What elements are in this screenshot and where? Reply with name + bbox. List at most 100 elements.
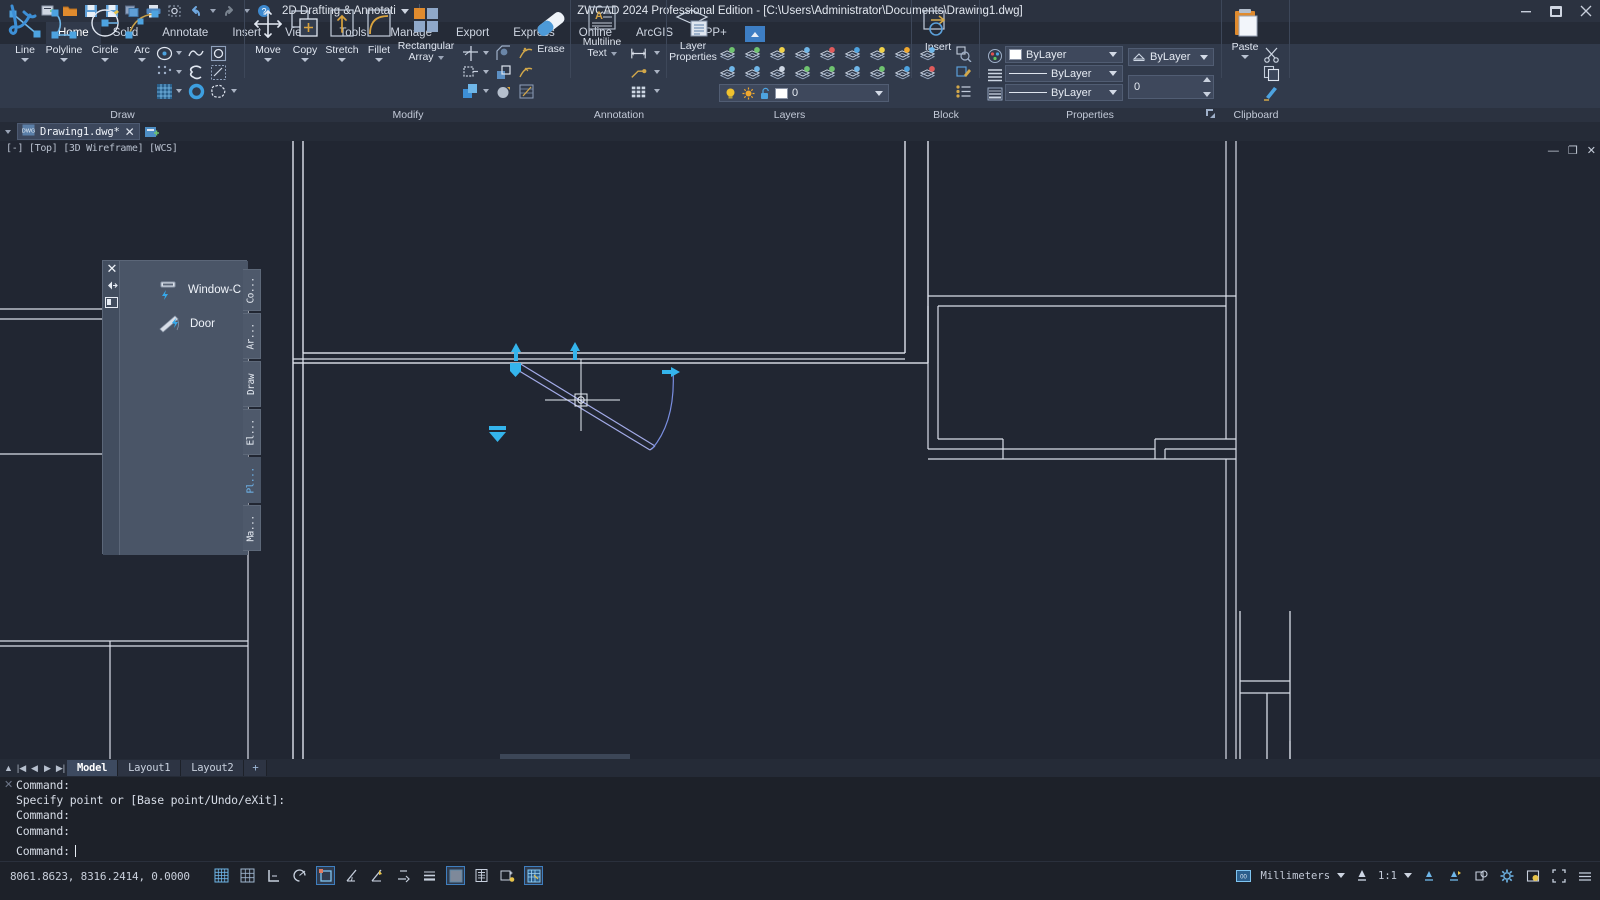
erase-button[interactable]: Erase <box>528 8 574 55</box>
annotation-scale-label[interactable]: 1:1 <box>1378 870 1397 882</box>
units-label[interactable]: Millimeters <box>1260 870 1330 882</box>
point-icon[interactable] <box>156 64 173 81</box>
hatch-icon[interactable] <box>156 83 173 100</box>
paste-button[interactable]: Paste <box>1222 8 1268 59</box>
coordinate-display[interactable]: 8061.8623, 8316.2414, 0.0000 <box>10 870 190 883</box>
palette-properties-menu-icon[interactable] <box>105 297 118 308</box>
extend-icon[interactable] <box>462 64 479 81</box>
auto-scale-icon[interactable] <box>1445 866 1464 885</box>
viewport-restore-button[interactable]: ❐ <box>1568 146 1578 156</box>
chevron-down-icon[interactable] <box>375 58 383 62</box>
workspace-switch-icon[interactable] <box>1471 866 1490 885</box>
dimension-dropdown-icon[interactable] <box>654 51 660 55</box>
viewport-close-button[interactable]: ✕ <box>1587 146 1596 156</box>
match-properties-icon[interactable] <box>1263 84 1280 101</box>
hardware-accel-icon[interactable] <box>1497 866 1516 885</box>
ortho-mode-toggle[interactable] <box>264 866 283 885</box>
explode-icon[interactable] <box>462 83 479 100</box>
annotation-monitor-toggle[interactable] <box>524 866 543 885</box>
chevron-down-icon[interactable] <box>1200 55 1208 60</box>
ellipse-dropdown-icon[interactable] <box>176 51 182 55</box>
add-layout-button[interactable]: + <box>244 760 267 776</box>
spinner-up-icon[interactable] <box>1203 77 1211 82</box>
trim-icon[interactable] <box>462 45 479 62</box>
layer-match-icon[interactable] <box>794 64 811 81</box>
spinner-down-icon[interactable] <box>1203 92 1211 97</box>
restore-button[interactable] <box>1546 1 1566 21</box>
lineweight-combo[interactable]: ByLayer <box>1005 84 1123 101</box>
explode-dropdown-icon[interactable] <box>483 89 489 93</box>
leader-dropdown-icon[interactable] <box>654 70 660 74</box>
object-color-combo[interactable]: ByLayer <box>1005 46 1123 63</box>
chevron-down-icon[interactable] <box>60 58 68 62</box>
layer-unlock-all-icon[interactable] <box>919 45 936 62</box>
leader-icon[interactable] <box>630 64 647 81</box>
chevron-down-icon[interactable] <box>1404 873 1412 878</box>
chevron-down-icon[interactable] <box>138 58 146 62</box>
edit-hatch-icon[interactable] <box>518 83 535 100</box>
grid-display-toggle[interactable] <box>238 866 257 885</box>
object-snap-toggle[interactable] <box>316 866 335 885</box>
viewport-minimize-button[interactable]: — <box>1548 146 1559 156</box>
palette-tab-pl[interactable]: Pl... <box>243 457 261 503</box>
layer-previous-icon[interactable] <box>719 45 736 62</box>
chevron-down-icon[interactable] <box>1337 873 1345 878</box>
collapse-command-line-icon[interactable]: ▲ <box>2 760 15 776</box>
layout-tab-model[interactable]: Model <box>67 760 118 776</box>
chevron-down-icon[interactable] <box>875 91 883 96</box>
layer-delete-icon[interactable] <box>919 64 936 81</box>
revision-cloud-icon[interactable] <box>188 64 205 81</box>
chamfer-icon[interactable] <box>495 45 512 62</box>
layer-turn-on-icon[interactable] <box>869 45 886 62</box>
next-layout-icon[interactable]: ▶ <box>41 760 54 776</box>
break-icon[interactable] <box>518 64 535 81</box>
chevron-down-icon[interactable] <box>21 58 29 62</box>
layer-change-to-current-icon[interactable] <box>869 64 886 81</box>
define-attributes-icon[interactable] <box>955 83 972 100</box>
point-dropdown-icon[interactable] <box>176 70 182 74</box>
chevron-down-icon[interactable] <box>301 58 309 62</box>
new-document-button[interactable] <box>143 124 161 140</box>
cut-icon[interactable] <box>1263 46 1280 63</box>
trim-dropdown-icon[interactable] <box>483 51 489 55</box>
document-tab-drawing1[interactable]: DWG Drawing1.dwg* ✕ <box>17 123 140 140</box>
layer-unlock-icon[interactable] <box>844 45 861 62</box>
viewport-label[interactable]: [-] [Top] [3D Wireframe] [WCS] <box>6 143 178 154</box>
ellipse-icon[interactable] <box>156 45 173 62</box>
minimize-button[interactable] <box>1516 1 1536 21</box>
object-snap-tracking-toggle[interactable] <box>342 866 361 885</box>
layer-unlock-icon[interactable] <box>759 86 771 100</box>
polyline-button[interactable]: Polyline <box>41 5 87 62</box>
block-editor-icon[interactable] <box>955 45 972 62</box>
command-input-row[interactable]: Command: <box>16 843 1586 859</box>
plotstyle-combo[interactable]: ByLayer <box>1128 48 1214 66</box>
boundary-icon[interactable] <box>210 83 227 100</box>
chevron-down-icon[interactable] <box>1109 90 1117 95</box>
dynamic-ucs-toggle[interactable] <box>368 866 387 885</box>
dynamic-input-toggle[interactable] <box>394 866 413 885</box>
quick-properties-toggle[interactable] <box>472 866 491 885</box>
close-icon[interactable]: ✕ <box>106 263 118 275</box>
palette-item-window-c[interactable]: Window-C <box>158 279 241 301</box>
properties-dialog-launcher[interactable] <box>1205 108 1216 119</box>
transparency-spinner[interactable]: 0 <box>1128 75 1214 99</box>
chevron-down-icon[interactable] <box>611 52 617 56</box>
close-icon[interactable]: ✕ <box>4 780 13 791</box>
customization-menu-icon[interactable] <box>1575 866 1594 885</box>
chevron-down-icon[interactable] <box>264 58 272 62</box>
layer-unisolate-icon[interactable] <box>744 64 761 81</box>
clean-screen-icon[interactable] <box>1523 866 1542 885</box>
linear-dimension-icon[interactable] <box>630 45 647 62</box>
palette-tab-el[interactable]: El... <box>243 409 261 455</box>
chevron-down-icon[interactable] <box>101 58 109 62</box>
extend-dropdown-icon[interactable] <box>483 70 489 74</box>
spinner-arrows[interactable] <box>1203 77 1211 97</box>
polar-tracking-toggle[interactable] <box>290 866 309 885</box>
hatch-dropdown-icon[interactable] <box>176 89 182 93</box>
spline-icon[interactable] <box>188 45 205 62</box>
palette-tab-draw[interactable]: Draw <box>243 361 261 407</box>
object-color-icon[interactable] <box>986 47 1003 64</box>
region-icon[interactable] <box>210 45 227 62</box>
palette-tab-co[interactable]: Co... <box>243 269 261 311</box>
annotation-scale-icon[interactable] <box>1352 866 1371 885</box>
